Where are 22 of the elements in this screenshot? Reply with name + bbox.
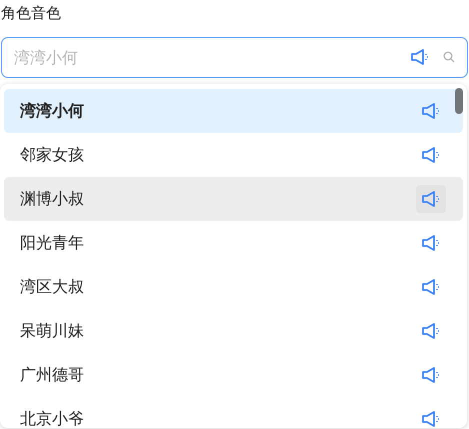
field-label: 角色音色 [0, 3, 62, 24]
voice-name: 广州德哥 [20, 364, 85, 386]
voice-option[interactable]: 邻家女孩 [4, 133, 463, 177]
voice-name: 邻家女孩 [20, 144, 85, 166]
voice-option[interactable]: 渊博小叔 [4, 177, 463, 221]
voice-name: 湾区大叔 [20, 276, 85, 298]
voice-option[interactable]: 阳光青年 [4, 221, 463, 265]
scrollbar-thumb[interactable] [455, 88, 463, 114]
search-icon[interactable] [443, 51, 455, 63]
voice-option[interactable]: 北京小爷 [4, 397, 463, 428]
voice-name: 湾湾小何 [20, 100, 85, 122]
speaker-icon[interactable] [416, 185, 446, 213]
voice-option[interactable]: 广州德哥 [4, 353, 463, 397]
voice-name: 渊博小叔 [20, 188, 85, 210]
voice-name: 呆萌川妹 [20, 320, 85, 342]
voice-option[interactable]: 湾湾小何 [4, 89, 463, 133]
speaker-icon[interactable] [410, 48, 430, 66]
voice-name: 北京小爷 [20, 408, 85, 428]
voice-name: 阳光青年 [20, 232, 85, 254]
voice-option[interactable]: 湾区大叔 [4, 265, 463, 309]
voice-select-field[interactable]: 湾湾小何 [1, 37, 468, 78]
voice-option[interactable]: 呆萌川妹 [4, 309, 463, 353]
